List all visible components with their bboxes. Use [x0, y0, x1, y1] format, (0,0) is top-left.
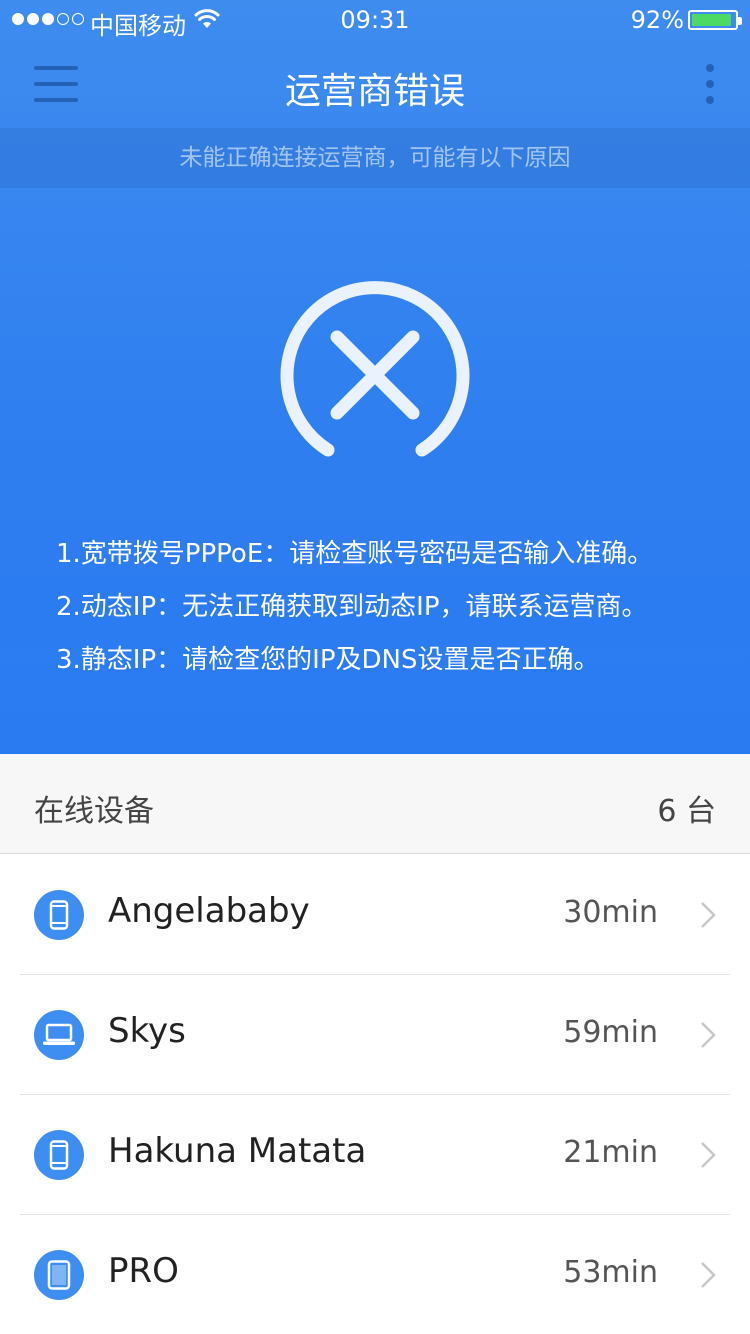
online-devices-label: 在线设备 — [34, 794, 154, 829]
reason-item: 3.静态IP：请检查您的IP及DNS设置是否正确。 — [56, 645, 600, 675]
more-options-icon[interactable] — [698, 64, 722, 104]
device-duration: 30min — [563, 895, 658, 930]
error-x-icon — [280, 281, 470, 457]
device-name: Hakuna Matata — [108, 1131, 367, 1171]
phone-icon — [34, 1130, 84, 1180]
chevron-right-icon — [701, 1022, 716, 1048]
status-bar: 中国移动 09:31 92% — [0, 0, 750, 40]
device-row-hakuna-matata[interactable]: Hakuna Matata 21min — [0, 1095, 750, 1215]
chevron-right-icon — [701, 902, 716, 928]
device-duration: 59min — [563, 1015, 658, 1050]
battery-icon — [688, 10, 742, 30]
page-title: 运营商错误 — [284, 71, 465, 112]
chevron-right-icon — [701, 1142, 716, 1168]
error-notice: 未能正确连接运营商，可能有以下原因 — [0, 128, 750, 188]
device-name: Angelababy — [108, 891, 310, 931]
device-duration: 53min — [563, 1255, 658, 1290]
device-name: Skys — [108, 1011, 186, 1051]
error-reasons-list: 1.宽带拨号PPPoE：请检查账号密码是否输入准确。 2.动态IP：无法正确获取… — [56, 528, 736, 687]
chevron-right-icon — [701, 1262, 716, 1288]
device-name: PRO — [108, 1251, 179, 1291]
reason-item: 1.宽带拨号PPPoE：请检查账号密码是否输入准确。 — [56, 539, 654, 569]
phone-icon — [34, 890, 84, 940]
device-count: 6 台 — [657, 794, 716, 829]
device-row-angelababy[interactable]: Angelababy 30min — [0, 855, 750, 975]
reason-item: 2.动态IP：无法正确获取到动态IP，请联系运营商。 — [56, 592, 648, 622]
laptop-icon — [34, 1010, 84, 1060]
device-row-pro[interactable]: PRO 53min — [0, 1215, 750, 1334]
device-duration: 21min — [563, 1135, 658, 1170]
error-panel: 中国移动 09:31 92% 运营商错误 未能正确连接运营商，可能有以下原因 1… — [0, 0, 750, 754]
battery-percentage: 92% — [630, 6, 684, 34]
device-row-skys[interactable]: Skys 59min — [0, 975, 750, 1095]
tablet-icon — [34, 1250, 84, 1300]
online-devices-header: 在线设备 6 台 — [0, 754, 750, 854]
